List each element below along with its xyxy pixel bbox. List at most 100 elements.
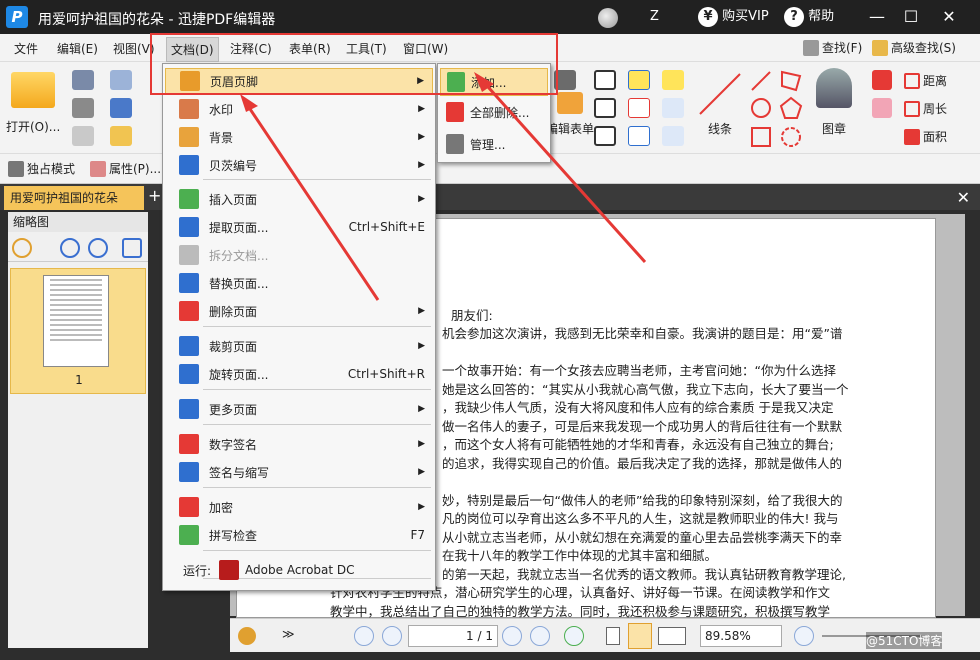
back-button[interactable] — [564, 626, 584, 646]
last-page-button[interactable] — [530, 626, 550, 646]
text-box-icon[interactable] — [594, 98, 616, 118]
doc-menu-item[interactable]: 水印 ▶ — [165, 96, 433, 122]
doc-menu-item[interactable]: 数字签名 ▶ — [165, 431, 433, 457]
advanced-find-button[interactable]: 高级查找(S) — [872, 39, 956, 56]
typewriter-icon[interactable] — [628, 70, 650, 90]
doc-menu-item[interactable]: 签名与缩写 ▶ — [165, 459, 433, 485]
first-page-button[interactable] — [354, 626, 374, 646]
document-line: 一个故事开始：有一个女孩去应聘当老师，主考官问她：“你为什么选择 — [442, 363, 836, 378]
prev-page-button[interactable] — [382, 626, 402, 646]
sound-icon[interactable] — [662, 126, 684, 146]
gear-icon[interactable] — [12, 238, 32, 258]
continuous-page-icon[interactable] — [628, 623, 652, 649]
new-tab-button[interactable]: + — [148, 186, 161, 205]
next-page-button[interactable] — [502, 626, 522, 646]
doc-menu-item[interactable]: 拼写检查 F7 — [165, 522, 433, 548]
area-button[interactable]: 面积 — [904, 128, 947, 145]
doc-menu-item[interactable]: 删除页面 ▶ — [165, 298, 433, 324]
maximize-button[interactable]: ☐ — [896, 0, 926, 34]
single-page-icon[interactable] — [606, 627, 620, 645]
zoom-out-button[interactable] — [794, 626, 814, 646]
page-number-input[interactable]: 1 / 1 — [408, 625, 498, 647]
menu-file[interactable]: 文件 — [14, 40, 38, 57]
menu-edit[interactable]: 编辑(E) — [57, 40, 98, 57]
doc-menu-item[interactable]: 更多页面 ▶ — [165, 396, 433, 422]
menu-item-label: 拼写检查 — [209, 528, 258, 543]
status-gear-icon[interactable] — [238, 627, 256, 645]
minimize-button[interactable]: — — [862, 0, 892, 34]
attach-icon[interactable] — [662, 98, 684, 118]
highlighter-icon[interactable] — [872, 70, 892, 90]
expand-icon[interactable]: ≫ — [282, 627, 295, 641]
doc-menu-item[interactable]: 提取页面... Ctrl+Shift+E — [165, 214, 433, 240]
run-with-item[interactable]: 运行: Adobe Acrobat DC — [165, 557, 433, 583]
binoculars-icon — [803, 39, 819, 56]
line-tool-icon[interactable] — [696, 70, 744, 118]
document-line: 从小就立志当老师，从小就幻想在充满爱的童心里去品尝桃李满天下的幸 — [442, 529, 843, 545]
buy-vip-button[interactable]: ¥ 购买VIP — [698, 0, 769, 34]
shape-tools-icon[interactable] — [748, 68, 808, 152]
doc-menu-item[interactable]: 插入页面 ▶ — [165, 186, 433, 212]
close-tab-icon[interactable]: ✕ — [957, 188, 970, 207]
eraser-icon[interactable] — [872, 98, 892, 118]
save-icon[interactable] — [72, 70, 94, 90]
two-page-icon[interactable] — [658, 627, 686, 645]
doc-menu-item[interactable]: 裁剪页面 ▶ — [165, 333, 433, 359]
print-icon[interactable] — [72, 98, 94, 118]
app-logo-icon: P — [6, 6, 28, 28]
menu-item-icon — [179, 99, 199, 119]
callout-icon[interactable] — [594, 126, 616, 146]
help-button[interactable]: ? 帮助 — [784, 0, 834, 34]
crown-icon — [8, 160, 24, 177]
doc-menu-item[interactable]: 贝茨编号 ▶ — [165, 152, 433, 178]
distance-icon — [904, 72, 920, 89]
perimeter-button[interactable]: 周长 — [904, 100, 947, 117]
distance-button[interactable]: 距离 — [904, 72, 947, 89]
menu-item-label: 水印 — [209, 102, 234, 117]
note-icon[interactable] — [662, 70, 684, 90]
menu-item-label: 裁剪页面 — [209, 339, 258, 354]
menu-view[interactable]: 视图(V) — [113, 40, 155, 57]
document-line: 妙，特别是最后一句“做伟人的老师”给我的印象特别深刻，给了我很大的 — [442, 492, 843, 508]
submenu-item[interactable]: 管理... — [440, 130, 548, 158]
edit-form-button[interactable]: 编辑表单 — [546, 92, 594, 137]
theme-moon-icon[interactable] — [598, 8, 618, 28]
acrobat-icon — [219, 560, 240, 580]
window-title: 用爱呵护祖国的花朵 - 迅捷PDF编辑器 — [38, 12, 276, 28]
new-document-icon[interactable] — [110, 126, 132, 146]
email-icon[interactable] — [110, 70, 132, 90]
rotate-icon[interactable] — [122, 238, 142, 258]
submenu-label: 全部删除... — [470, 105, 530, 120]
underline-icon[interactable] — [628, 126, 650, 146]
doc-menu-item[interactable]: 旋转页面... Ctrl+Shift+R — [165, 361, 433, 387]
find-button[interactable]: 查找(F) — [803, 39, 862, 56]
zoom-in-icon[interactable] — [60, 238, 80, 258]
properties-button[interactable]: 属性(P)... — [90, 160, 161, 177]
document-tab[interactable]: 用爱呵护祖国的花朵 — [4, 186, 144, 210]
menu-separator — [203, 326, 431, 327]
menu-separator — [203, 550, 431, 551]
export-icon[interactable] — [72, 126, 94, 146]
thumbnail-header: 缩略图 — [8, 212, 148, 232]
zoom-out-icon[interactable] — [88, 238, 108, 258]
open-button[interactable]: 打开(O)... — [6, 72, 60, 135]
document-line: ，我缺少伟人气质，没有大将风度和伟人应有的综合素质 于是我又决定 — [442, 400, 834, 415]
text-field-icon[interactable] — [594, 70, 616, 90]
scan-icon[interactable] — [110, 98, 132, 118]
stamp-button[interactable]: 图章 — [816, 68, 852, 137]
close-window-button[interactable]: ✕ — [934, 0, 964, 34]
doc-menu-item[interactable]: 加密 ▶ — [165, 494, 433, 520]
document-line: ，而这个女人将有可能牺牲她的才华和青春，永远没有自己独立的舞台; — [442, 437, 834, 452]
strikeout-icon[interactable] — [628, 98, 650, 118]
user-initial[interactable]: Z — [650, 0, 659, 34]
page-thumbnail[interactable]: 1 — [10, 268, 146, 394]
zoom-select[interactable]: 89.58% — [700, 625, 782, 647]
menu-item-icon — [179, 273, 199, 293]
exclusive-mode-button[interactable]: 独占模式 — [8, 160, 75, 177]
submenu-item[interactable]: 全部删除... — [440, 98, 548, 126]
submenu-arrow-icon: ▶ — [418, 306, 425, 316]
doc-menu-item[interactable]: 替换页面... — [165, 270, 433, 296]
doc-menu-item[interactable]: 背景 ▶ — [165, 124, 433, 150]
document-line: 的追求，我得实现自己的价值。最后我决定了我的选择，那就是做伟人的 — [442, 455, 843, 471]
